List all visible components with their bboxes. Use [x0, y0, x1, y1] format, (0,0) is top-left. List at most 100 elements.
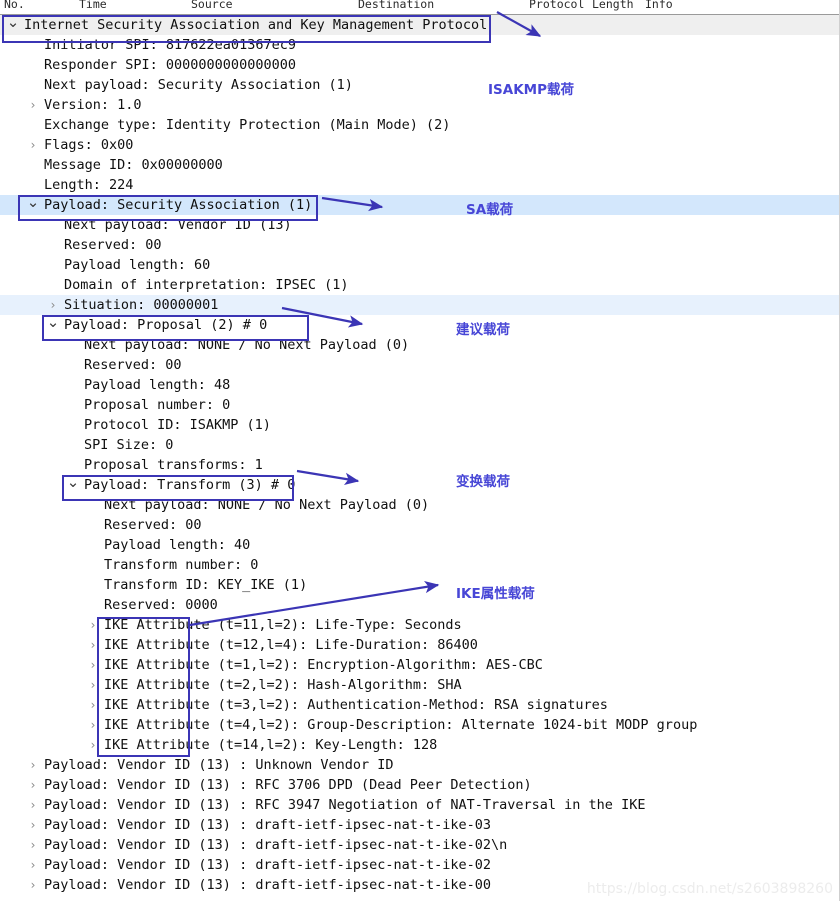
tree-row[interactable]: Proposal transforms: 1: [0, 455, 839, 475]
chevron-right-icon[interactable]: ›: [26, 755, 40, 775]
tree-row-label: IKE Attribute (t=12,l=4): Life-Duration:…: [104, 637, 478, 653]
tree-row[interactable]: ⌄ Payload: Proposal (2) # 0: [0, 315, 839, 335]
tree-row-label: IKE Attribute (t=11,l=2): Life-Type: Sec…: [104, 617, 462, 633]
chevron-right-icon[interactable]: ›: [86, 695, 100, 715]
chevron-right-icon[interactable]: ›: [46, 295, 60, 315]
tree-row[interactable]: Length: 224: [0, 175, 839, 195]
chevron-right-icon[interactable]: ›: [86, 735, 100, 755]
chevron-down-icon[interactable]: ⌄: [46, 315, 60, 330]
tree-row-label: Next payload: Vendor ID (13): [64, 217, 292, 233]
chevron-right-icon[interactable]: ›: [26, 815, 40, 835]
column-header-destination[interactable]: Destination: [358, 0, 434, 11]
tree-row[interactable]: › Version: 1.0: [0, 95, 839, 115]
tree-row[interactable]: Message ID: 0x00000000: [0, 155, 839, 175]
tree-row[interactable]: › Flags: 0x00: [0, 135, 839, 155]
tree-row-label: Payload: Vendor ID (13) : draft-ietf-ips…: [44, 837, 508, 853]
tree-row-label: Proposal transforms: 1: [84, 457, 263, 473]
tree-row[interactable]: SPI Size: 0: [0, 435, 839, 455]
tree-row[interactable]: › Payload: Vendor ID (13) : RFC 3947 Nego…: [0, 795, 839, 815]
tree-row[interactable]: › Payload: Vendor ID (13) : draft-ietf-ip…: [0, 835, 839, 855]
tree-row[interactable]: Exchange type: Identity Protection (Main…: [0, 115, 839, 135]
tree-row[interactable]: › IKE Attribute (t=14,l=2): Key-Length: 1…: [0, 735, 839, 755]
tree-row-label: Payload: Vendor ID (13) : draft-ietf-ips…: [44, 857, 492, 873]
tree-row-label: IKE Attribute (t=2,l=2): Hash-Algorithm:…: [104, 677, 462, 693]
proposal-payload-label: 建议载荷: [456, 322, 510, 338]
tree-row[interactable]: Protocol ID: ISAKMP (1): [0, 415, 839, 435]
chevron-right-icon[interactable]: ›: [26, 855, 40, 875]
tree-row[interactable]: Initiator SPI: 817622ea01367ec9: [0, 35, 839, 55]
tree-row[interactable]: › IKE Attribute (t=12,l=4): Life-Duration…: [0, 635, 839, 655]
tree-row-label: Payload: Proposal (2) # 0: [64, 317, 268, 333]
tree-row-label: Reserved: 0000: [104, 597, 218, 613]
sa-payload-label: SA载荷: [466, 202, 514, 218]
tree-row-label: IKE Attribute (t=14,l=2): Key-Length: 12…: [104, 737, 438, 753]
tree-row-label: Payload: Vendor ID (13) : Unknown Vendor…: [44, 757, 394, 773]
packet-list-column-headers: No. Time Source Destination Protocol Length In…: [0, 0, 839, 14]
tree-row[interactable]: Payload length: 40: [0, 535, 839, 555]
tree-row[interactable]: Payload length: 48: [0, 375, 839, 395]
tree-row[interactable]: › Payload: Vendor ID (13) : draft-ietf-ip…: [0, 815, 839, 835]
tree-row[interactable]: Reserved: 00: [0, 235, 839, 255]
tree-row-label: IKE Attribute (t=4,l=2): Group-Descripti…: [104, 717, 698, 733]
tree-row[interactable]: Reserved: 0000: [0, 595, 839, 615]
tree-row-label: Next payload: Security Association (1): [44, 77, 353, 93]
wireshark-packet-detail-screenshot: No. Time Source Destination Protocol Length In…: [0, 0, 840, 901]
column-header-info[interactable]: Info: [645, 0, 673, 11]
chevron-right-icon[interactable]: ›: [26, 795, 40, 815]
chevron-right-icon[interactable]: ›: [86, 675, 100, 695]
chevron-right-icon[interactable]: ›: [26, 875, 40, 895]
tree-row[interactable]: ⌄ Payload: Transform (3) # 0: [0, 475, 839, 495]
tree-row[interactable]: Domain of interpretation: IPSEC (1): [0, 275, 839, 295]
tree-row-label: Next payload: NONE / No Next Payload (0): [104, 497, 430, 513]
tree-row[interactable]: Next payload: Vendor ID (13): [0, 215, 839, 235]
tree-row[interactable]: › Payload: Vendor ID (13) : draft-ietf-ip…: [0, 855, 839, 875]
column-header-protocol[interactable]: Protocol: [529, 0, 584, 11]
column-header-source[interactable]: Source: [191, 0, 233, 11]
chevron-right-icon[interactable]: ›: [86, 615, 100, 635]
column-header-no[interactable]: No.: [4, 0, 25, 11]
tree-row-label: Domain of interpretation: IPSEC (1): [64, 277, 349, 293]
tree-row-label: Payload length: 40: [104, 537, 251, 553]
chevron-down-icon[interactable]: ⌄: [26, 195, 40, 210]
chevron-right-icon[interactable]: ›: [26, 835, 40, 855]
chevron-right-icon[interactable]: ›: [26, 775, 40, 795]
tree-row[interactable]: Payload length: 60: [0, 255, 839, 275]
tree-row[interactable]: Transform ID: KEY_IKE (1): [0, 575, 839, 595]
tree-row-label: Reserved: 00: [84, 357, 182, 373]
chevron-right-icon[interactable]: ›: [86, 635, 100, 655]
chevron-right-icon[interactable]: ›: [86, 715, 100, 735]
tree-row[interactable]: Next payload: Security Association (1): [0, 75, 839, 95]
tree-row[interactable]: › IKE Attribute (t=2,l=2): Hash-Algorithm…: [0, 675, 839, 695]
chevron-right-icon[interactable]: ›: [86, 655, 100, 675]
tree-row[interactable]: Responder SPI: 0000000000000000: [0, 55, 839, 75]
tree-row-label: Reserved: 00: [104, 517, 202, 533]
tree-row[interactable]: › Payload: Vendor ID (13) : RFC 3706 DPD …: [0, 775, 839, 795]
column-header-time[interactable]: Time: [79, 0, 107, 11]
chevron-down-icon[interactable]: ⌄: [66, 475, 80, 490]
tree-row[interactable]: › IKE Attribute (t=11,l=2): Life-Type: Se…: [0, 615, 839, 635]
chevron-right-icon[interactable]: ›: [26, 135, 40, 155]
packet-detail-tree[interactable]: ⌄ Internet Security Association and Key M…: [0, 14, 839, 901]
tree-row[interactable]: ⌄ Internet Security Association and Key M…: [0, 15, 839, 35]
tree-row-label: Payload: Vendor ID (13) : draft-ietf-ips…: [44, 817, 492, 833]
tree-row[interactable]: Proposal number: 0: [0, 395, 839, 415]
tree-row[interactable]: › IKE Attribute (t=1,l=2): Encryption-Alg…: [0, 655, 839, 675]
tree-row-label: Payload length: 60: [64, 257, 211, 273]
tree-row[interactable]: Transform number: 0: [0, 555, 839, 575]
chevron-right-icon[interactable]: ›: [26, 95, 40, 115]
column-header-length[interactable]: Length: [592, 0, 634, 11]
tree-row[interactable]: Reserved: 00: [0, 355, 839, 375]
tree-row-label: Internet Security Association and Key Ma…: [24, 17, 488, 33]
tree-row[interactable]: › Situation: 00000001: [0, 295, 839, 315]
tree-row[interactable]: Next payload: NONE / No Next Payload (0): [0, 495, 839, 515]
tree-row-label: Length: 224: [44, 177, 134, 193]
tree-row[interactable]: › Payload: Vendor ID (13) : Unknown Vendo…: [0, 755, 839, 775]
tree-row[interactable]: ⌄ Payload: Security Association (1): [0, 195, 839, 215]
tree-row[interactable]: › IKE Attribute (t=4,l=2): Group-Descript…: [0, 715, 839, 735]
tree-row-label: Transform number: 0: [104, 557, 259, 573]
tree-row-label: Responder SPI: 0000000000000000: [44, 57, 296, 73]
tree-row[interactable]: Next payload: NONE / No Next Payload (0): [0, 335, 839, 355]
tree-row[interactable]: Reserved: 00: [0, 515, 839, 535]
chevron-down-icon[interactable]: ⌄: [6, 15, 20, 30]
tree-row[interactable]: › IKE Attribute (t=3,l=2): Authentication…: [0, 695, 839, 715]
